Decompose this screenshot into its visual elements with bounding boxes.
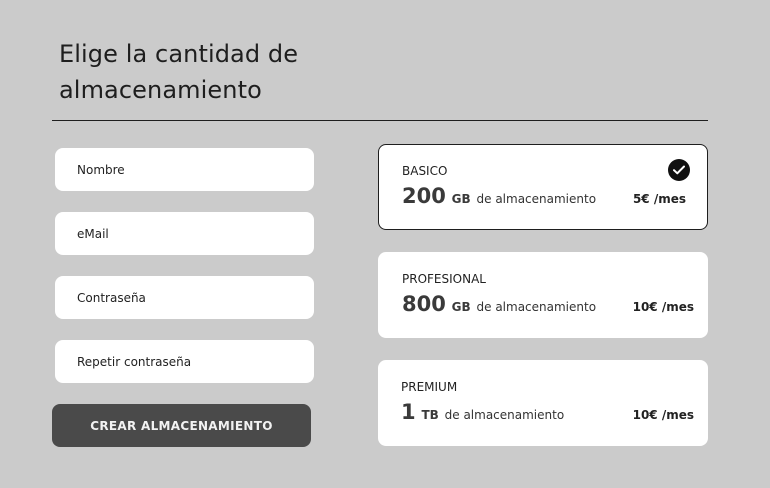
email-field[interactable]	[55, 212, 314, 255]
plan-storage: 1 TB de almacenamiento	[401, 400, 564, 424]
plan-price: 10€ /mes	[632, 408, 694, 422]
page-title: Elige la cantidad de almacenamiento	[59, 40, 299, 104]
create-storage-button[interactable]: CREAR ALMACENAMIENTO	[52, 404, 311, 447]
plan-storage: 200 GB de almacenamiento	[402, 184, 596, 208]
plan-unit: GB	[451, 300, 471, 314]
plan-card-basico[interactable]: BASICO 200 GB de almacenamiento 5€ /mes	[378, 144, 708, 230]
plan-card-profesional[interactable]: PROFESIONAL 800 GB de almacenamiento 10€…	[378, 252, 708, 338]
title-divider	[52, 120, 708, 121]
plan-unit: GB	[451, 192, 471, 206]
check-circle-icon	[668, 159, 690, 181]
repeat-password-field[interactable]	[55, 340, 314, 383]
password-field[interactable]	[55, 276, 314, 319]
plan-name: PROFESIONAL	[402, 272, 486, 286]
plan-price: 5€ /mes	[632, 192, 686, 206]
plan-name: PREMIUM	[401, 380, 458, 394]
name-field[interactable]	[55, 148, 314, 191]
plan-description: de almacenamiento	[476, 192, 597, 206]
plan-description: de almacenamiento	[476, 300, 597, 314]
plan-price: 10€ /mes	[632, 300, 694, 314]
plan-storage: 800 GB de almacenamiento	[402, 292, 596, 316]
plan-description: de almacenamiento	[444, 408, 565, 422]
plan-card-premium[interactable]: PREMIUM 1 TB de almacenamiento 10€ /mes	[378, 360, 708, 446]
plan-amount: 1	[401, 400, 416, 424]
plan-unit: TB	[421, 408, 439, 422]
plan-amount: 800	[402, 292, 446, 316]
plan-name: BASICO	[402, 164, 448, 178]
plan-amount: 200	[402, 184, 446, 208]
